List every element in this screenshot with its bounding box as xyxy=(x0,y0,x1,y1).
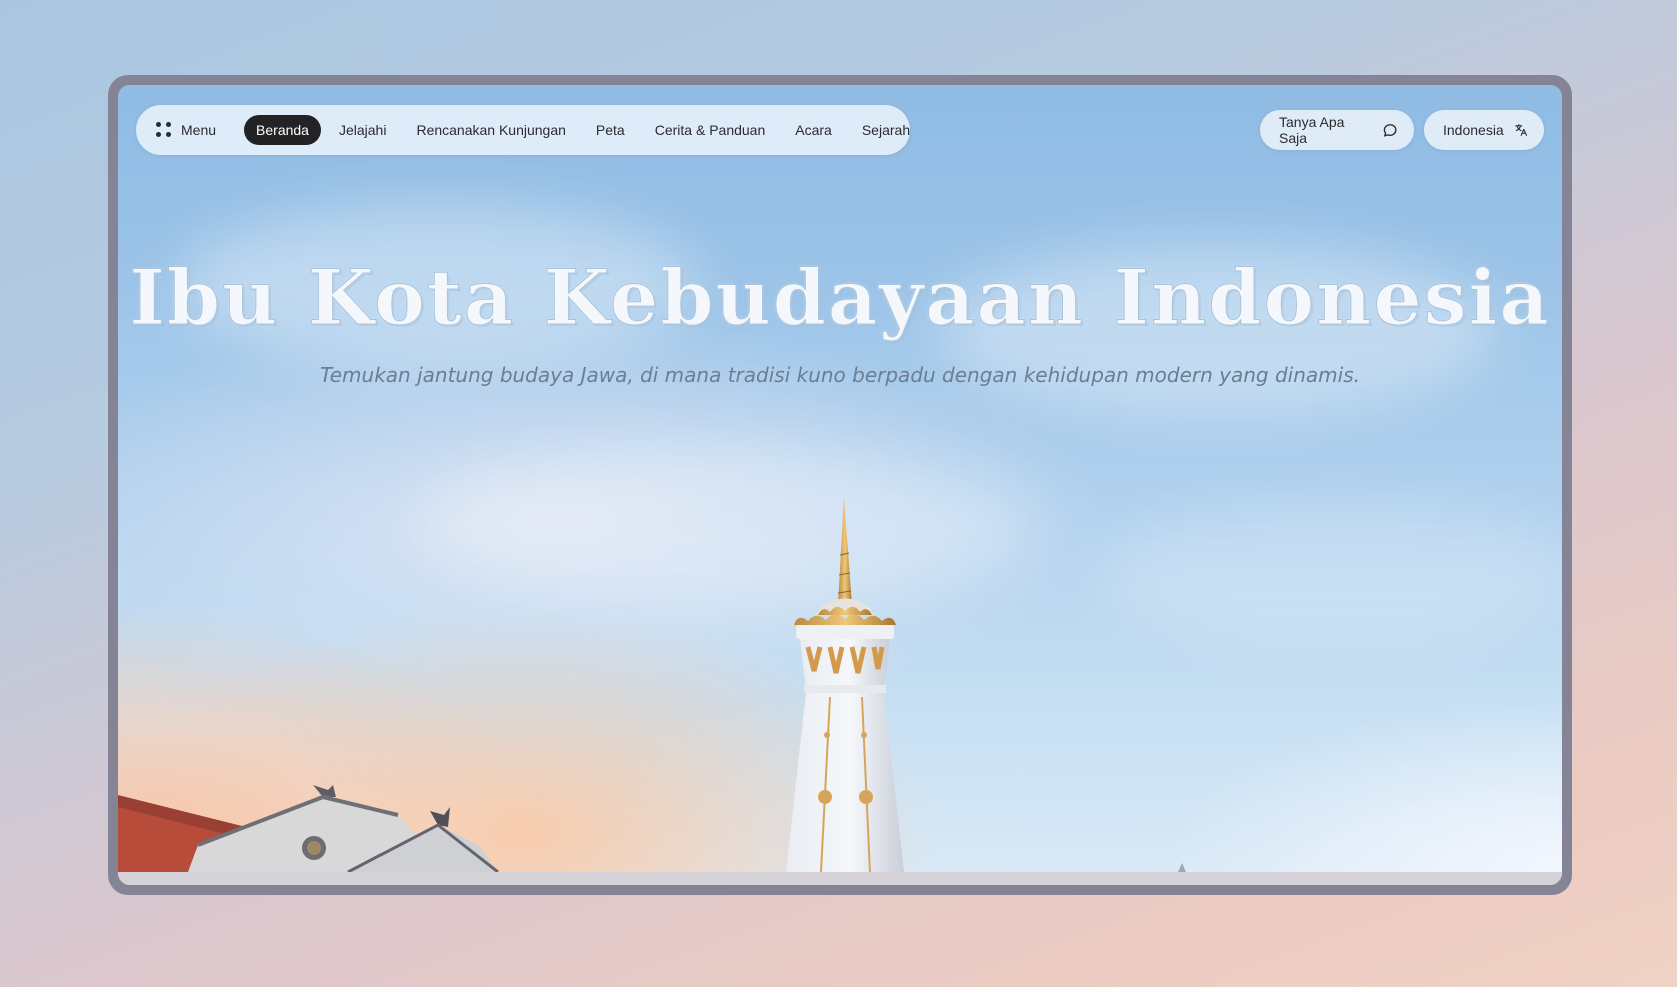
nav-link-peta[interactable]: Peta xyxy=(584,115,637,145)
page-viewport: Menu Beranda Jelajahi Rencanakan Kunjung… xyxy=(118,85,1562,885)
nav-link-jelajahi[interactable]: Jelajahi xyxy=(327,115,398,145)
tugu-monument xyxy=(786,497,904,872)
nav-link-rencanakan-kunjungan[interactable]: Rencanakan Kunjungan xyxy=(404,115,577,145)
page-bottom-strip xyxy=(118,872,1562,885)
main-navbar: Menu Beranda Jelajahi Rencanakan Kunjung… xyxy=(136,105,910,155)
hero-section: Menu Beranda Jelajahi Rencanakan Kunjung… xyxy=(118,85,1562,872)
distant-spire xyxy=(1178,863,1186,872)
tugu-monument-scene xyxy=(118,497,1186,872)
menu-button[interactable]: Menu xyxy=(156,122,216,138)
ask-label: Tanya Apa Saja xyxy=(1279,114,1345,146)
hero-title: Ibu Kota Kebudayaan Indonesia xyxy=(129,253,1551,343)
nav-link-beranda[interactable]: Beranda xyxy=(244,115,321,145)
language-label: Indonesia xyxy=(1443,122,1504,138)
nav-link-sejarah[interactable]: Sejarah xyxy=(850,115,922,145)
ask-anything-button[interactable]: Tanya Apa Saja xyxy=(1260,110,1414,150)
hero-subtitle: Temukan jantung budaya Jawa, di mana tra… xyxy=(320,363,1360,387)
chat-bubble-icon xyxy=(1383,123,1397,137)
grid-dots-icon xyxy=(156,122,172,138)
menu-label: Menu xyxy=(181,122,217,138)
language-button[interactable]: Indonesia xyxy=(1424,110,1544,150)
nav-link-acara[interactable]: Acara xyxy=(783,115,844,145)
joglo-roof xyxy=(118,785,499,872)
translate-icon xyxy=(1514,124,1527,136)
browser-frame: Menu Beranda Jelajahi Rencanakan Kunjung… xyxy=(108,75,1572,895)
nav-links: Beranda Jelajahi Rencanakan Kunjungan Pe… xyxy=(244,115,922,145)
nav-link-cerita-panduan[interactable]: Cerita & Panduan xyxy=(643,115,778,145)
